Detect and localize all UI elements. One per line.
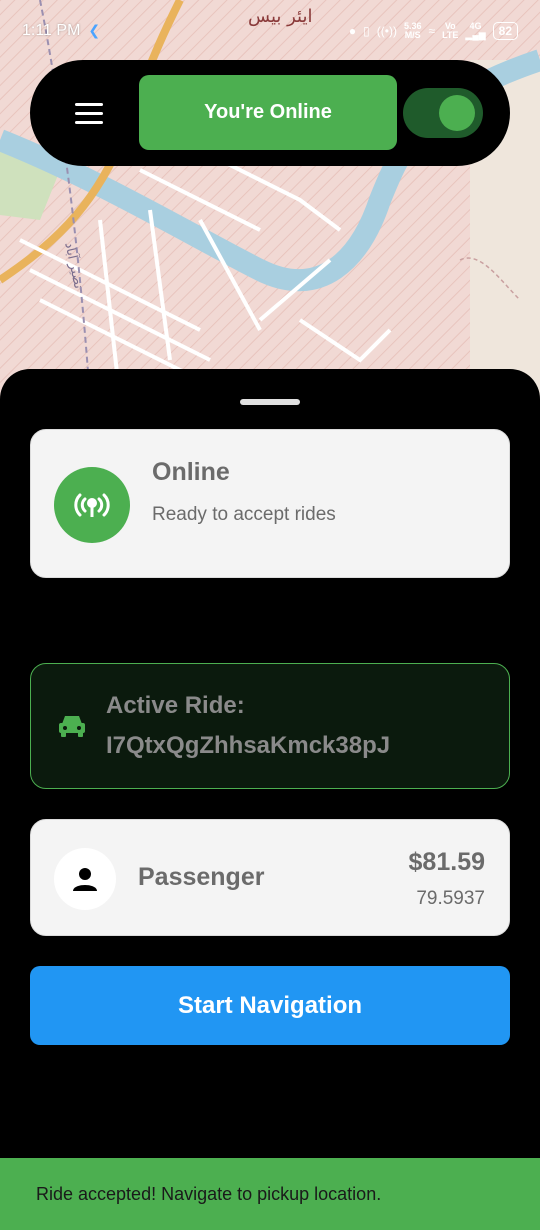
location-icon: ● — [348, 24, 357, 38]
status-bar: 1:11 PM ❮ ● ▯ ((•)) 5.36 M/S ≈ Vo LTE 4G ▂▄… — [0, 0, 540, 64]
volte-indicator: Vo LTE — [442, 22, 458, 40]
online-status-card: Online Ready to accept rides — [30, 429, 510, 578]
menu-button[interactable] — [59, 83, 119, 143]
passenger-name: Passenger — [138, 863, 265, 891]
toggle-knob — [439, 95, 475, 131]
bottom-sheet: Online Ready to accept rides Active Ride… — [0, 369, 540, 1230]
status-time: 1:11 PM — [22, 22, 81, 39]
vibrate-icon: ▯ — [363, 24, 370, 38]
car-icon-graphic — [59, 716, 85, 737]
snackbar-message: Ride accepted! Navigate to pickup locati… — [36, 1183, 382, 1204]
fare-secondary-value: 79.5937 — [416, 888, 485, 909]
network-speed-unit: M/S — [404, 30, 421, 40]
top-bar: You're Online — [30, 60, 510, 166]
active-ride-id: I7QtxQgZhhsaKmck38pJ — [106, 732, 391, 759]
flutter-icon: ❮ — [88, 22, 101, 38]
fare-price: $81.59 — [408, 848, 485, 876]
online-status-button[interactable]: You're Online — [139, 75, 397, 150]
online-status-title: Online — [152, 458, 230, 486]
online-toggle[interactable] — [403, 88, 483, 138]
wifi-icon: ≈ — [428, 24, 436, 38]
passenger-card[interactable]: Passenger $81.59 79.5937 — [30, 819, 510, 936]
broadcast-icon-graphic — [74, 493, 110, 517]
active-ride-card[interactable]: Active Ride: I7QtxQgZhhsaKmck38pJ — [30, 663, 510, 789]
broadcast-icon — [54, 467, 130, 543]
avatar — [54, 848, 116, 910]
active-ride-label: Active Ride: — [106, 692, 245, 719]
status-icons: ● ▯ ((•)) 5.36 M/S ≈ Vo LTE 4G ▂▄▆ 82 — [349, 22, 518, 40]
battery-icon: 82 — [492, 22, 518, 40]
car-icon — [57, 713, 87, 744]
start-navigation-button[interactable]: Start Navigation — [30, 966, 510, 1045]
network-speed: 5.36 M/S — [404, 22, 422, 40]
online-status-subtitle: Ready to accept rides — [152, 504, 336, 525]
hamburger-icon-line — [75, 111, 103, 115]
signal-icon: 4G ▂▄▆ — [465, 21, 486, 40]
sheet-drag-handle[interactable] — [240, 399, 300, 405]
hamburger-icon-line — [75, 102, 103, 106]
hotspot-icon: ((•)) — [376, 24, 397, 38]
snackbar: Ride accepted! Navigate to pickup locati… — [0, 1158, 540, 1230]
hamburger-icon-line — [75, 120, 103, 124]
volte-lte: LTE — [442, 30, 459, 40]
person-icon — [73, 868, 97, 891]
signal-network-type: 4G — [469, 21, 482, 31]
